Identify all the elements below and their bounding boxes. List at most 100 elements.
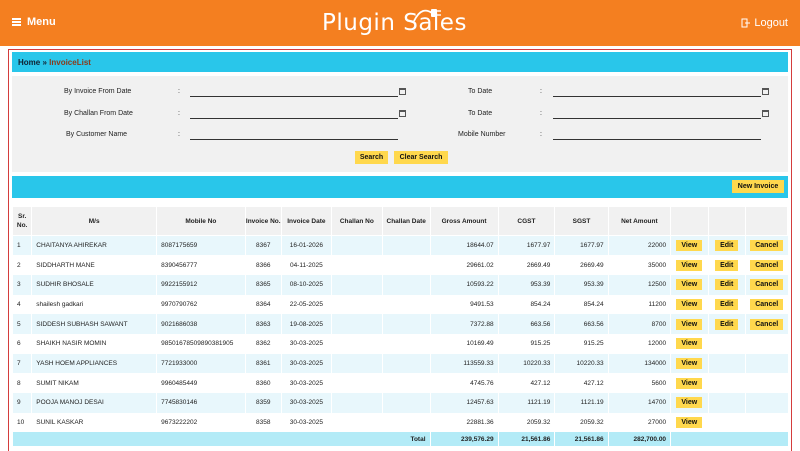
menu-button[interactable]: Menu [12, 16, 56, 28]
calendar-icon[interactable] [399, 88, 406, 95]
table-row: 7 YASH HOEM APPLIANCES 7721933000 8361 30-03… [11, 353, 788, 374]
table-row: 10 SUNIL KASKAR 9673222202 8358 30-03-2025 22… [11, 412, 788, 433]
action-cell [707, 333, 746, 354]
colon: : [540, 131, 542, 138]
view-button[interactable]: View [676, 357, 703, 369]
action-cell: Cancel [744, 255, 788, 275]
challan-no [330, 333, 383, 354]
gross-amount: 7372.88 [429, 314, 499, 334]
view-button[interactable]: View [676, 338, 703, 350]
mobile-no: 9021686038 [156, 314, 246, 334]
plug-icon [413, 9, 441, 22]
column-header: M/s [31, 206, 158, 236]
clear-search-button[interactable]: Clear Search [394, 151, 448, 164]
to-date-label: To Date [468, 88, 493, 95]
cgst: 2669.49 [497, 255, 555, 275]
calendar-icon[interactable] [762, 110, 769, 117]
net-amount: 134000 [607, 353, 671, 374]
breadcrumb-home[interactable]: Home [18, 58, 40, 67]
table-row: 6 SHAIKH NASIR MOMIN 9850167850989038190​5… [11, 333, 788, 354]
action-cell: View [670, 294, 708, 315]
invoice-date: 19-08-2025 [280, 314, 332, 334]
customer-name-input[interactable] [190, 131, 398, 140]
cgst: 854.24 [497, 294, 555, 315]
mobile-number-input[interactable] [553, 131, 761, 140]
sgst: 10220.33 [554, 353, 609, 374]
customer-name-label: By Customer Name [66, 131, 128, 138]
sgst: 2669.49 [554, 255, 609, 275]
action-cell [744, 393, 788, 413]
total-net: 282,700.00 [607, 432, 671, 447]
logout-icon [741, 18, 751, 28]
action-cell: Cancel [744, 294, 788, 315]
action-cell: View [670, 314, 708, 334]
colon: : [178, 110, 180, 117]
challan-to-date-input[interactable] [553, 110, 761, 119]
cancel-button[interactable]: Cancel [750, 259, 784, 271]
edit-button[interactable]: Edit [715, 259, 739, 271]
action-cell: View [670, 333, 708, 354]
column-header: Sr. No. [11, 206, 33, 236]
table-row: 3 SUDHIR BHOSALE 9922155912 8365 08-10-2025 1… [11, 274, 788, 295]
action-cell: Edit [707, 294, 746, 315]
menu-label: Menu [27, 16, 56, 28]
challan-no [330, 373, 383, 393]
customer-name: YASH HOEM APPLIANCES [31, 353, 157, 374]
challan-no [330, 235, 383, 256]
sr-no: 7 [11, 353, 32, 374]
content-frame: Home » InvoiceList By Invoice From Date … [8, 49, 792, 451]
top-bar: Menu Plugin Sales Logout [0, 0, 800, 46]
column-header: Mobile No [156, 206, 246, 236]
action-cell: Edit [707, 235, 746, 256]
calendar-icon[interactable] [762, 88, 769, 95]
view-button[interactable]: View [676, 298, 703, 310]
challan-date [381, 235, 431, 256]
sgst: 427.12 [554, 373, 609, 393]
cancel-button[interactable]: Cancel [750, 318, 784, 330]
new-invoice-button[interactable]: New Invoice [732, 180, 784, 193]
view-button[interactable]: View [676, 397, 703, 409]
edit-button[interactable]: Edit [715, 240, 739, 252]
invoice-date: 30-03-2025 [280, 412, 332, 433]
view-button[interactable]: View [676, 377, 703, 389]
filter-panel: By Invoice From Date : To Date : By Chal… [12, 76, 788, 172]
invoice-no: 8366 [244, 255, 282, 275]
gross-amount: 4745.76 [429, 373, 499, 393]
action-cell [744, 373, 788, 393]
edit-button[interactable]: Edit [715, 298, 739, 310]
cancel-button[interactable]: Cancel [750, 279, 784, 291]
invoice-from-date-input[interactable] [190, 88, 398, 97]
invoice-date: 16-01-2026 [280, 235, 332, 256]
mobile-no: 9850167850989038190​5 [156, 333, 246, 354]
invoice-to-date-input[interactable] [553, 88, 761, 97]
total-cgst: 21,561.86 [497, 432, 555, 447]
invoice-date: 30-03-2025 [280, 333, 332, 354]
view-button[interactable]: View [676, 259, 703, 271]
table-row: 4 shailesh gadkari 9970790762 8364 22-05-202… [11, 294, 788, 315]
edit-button[interactable]: Edit [715, 318, 739, 330]
calendar-icon[interactable] [399, 110, 406, 117]
customer-name: SIDDESH SUBHASH SAWANT [31, 314, 157, 334]
invoice-date: 30-03-2025 [280, 353, 332, 374]
sr-no: 2 [11, 255, 32, 275]
invoice-no: 8362 [244, 333, 282, 354]
table-row: 9 POOJA MANOJ DESAI 7745830146 8359 30-03-20… [11, 393, 788, 413]
cgst: 1121.19 [497, 393, 555, 413]
view-button[interactable]: View [676, 417, 703, 429]
column-header: Challan No [330, 206, 383, 236]
cancel-button[interactable]: Cancel [750, 240, 784, 252]
cancel-button[interactable]: Cancel [750, 298, 784, 310]
view-button[interactable]: View [676, 279, 703, 291]
gross-amount: 12457.63 [429, 393, 499, 413]
invoice-no: 8360 [244, 373, 282, 393]
search-button[interactable]: Search [355, 151, 388, 164]
table-row: 8 SUMIT NIKAM 9960485449 8360 30-03-2025 4745… [11, 373, 788, 393]
view-button[interactable]: View [676, 318, 703, 330]
challan-from-date-input[interactable] [190, 110, 398, 119]
action-header [744, 206, 789, 236]
total-label: Total [12, 432, 431, 447]
view-button[interactable]: View [676, 240, 703, 252]
action-cell: Cancel [744, 235, 788, 256]
logout-button[interactable]: Logout [741, 17, 788, 29]
edit-button[interactable]: Edit [715, 279, 739, 291]
